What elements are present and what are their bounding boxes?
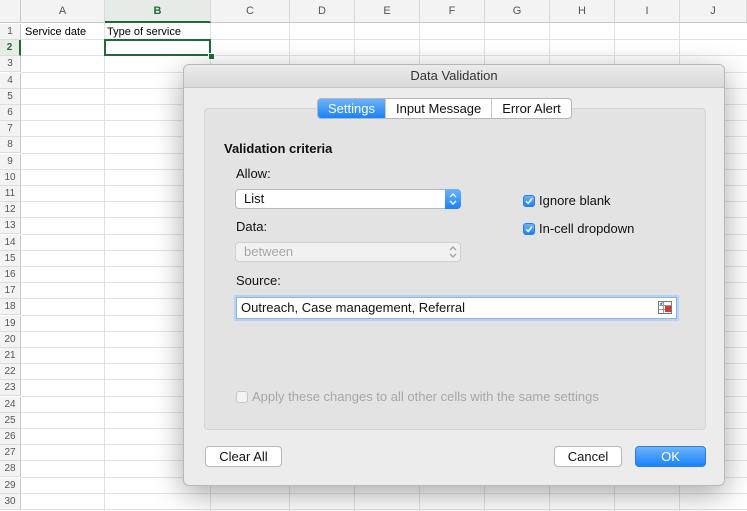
gridline (21, 493, 747, 494)
dialog-title: Data Validation (184, 65, 724, 88)
data-validation-dialog: Data Validation Settings Input Message E… (183, 64, 725, 486)
row-header-8[interactable]: 8 (0, 137, 21, 153)
column-header-g[interactable]: G (485, 0, 550, 23)
row-header-23[interactable]: 23 (0, 380, 21, 396)
data-value: between (244, 244, 294, 259)
data-select[interactable]: between (235, 242, 461, 262)
tab-input-message[interactable]: Input Message (384, 99, 491, 118)
row-header-22[interactable]: 22 (0, 364, 21, 380)
chevron-updown-icon (445, 189, 461, 209)
column-header-j[interactable]: J (680, 0, 747, 23)
ignore-blank-checkbox[interactable]: Ignore blank (523, 193, 611, 208)
row-header-18[interactable]: 18 (0, 299, 21, 315)
column-header-b[interactable]: B (105, 0, 211, 23)
source-label: Source: (236, 273, 281, 288)
active-cell-b2[interactable] (104, 39, 211, 56)
row-header-20[interactable]: 20 (0, 332, 21, 348)
in-cell-dropdown-label: In-cell dropdown (539, 221, 635, 236)
gridline (21, 509, 747, 510)
settings-panel: Validation criteria Allow: List Data: be… (204, 108, 706, 430)
cancel-button[interactable]: Cancel (554, 446, 622, 467)
ok-button[interactable]: OK (635, 446, 706, 467)
column-header-e[interactable]: E (355, 0, 420, 23)
in-cell-dropdown-checkbox[interactable]: In-cell dropdown (523, 221, 634, 236)
row-header-29[interactable]: 29 (0, 478, 21, 494)
ignore-blank-label: Ignore blank (539, 193, 611, 208)
fill-handle[interactable] (208, 53, 215, 60)
row-header-27[interactable]: 27 (0, 445, 21, 461)
clear-all-button[interactable]: Clear All (205, 446, 282, 467)
chevron-updown-icon (445, 242, 461, 262)
row-header-21[interactable]: 21 (0, 348, 21, 364)
column-header-i[interactable]: I (615, 0, 680, 23)
row-header-14[interactable]: 14 (0, 235, 21, 251)
checkbox-empty-icon (236, 390, 248, 403)
row-header-11[interactable]: 11 (0, 186, 21, 202)
column-header-c[interactable]: C (211, 0, 290, 23)
row-header-7[interactable]: 7 (0, 121, 21, 137)
cell-a1[interactable]: Service date (25, 24, 86, 40)
row-header-6[interactable]: 6 (0, 105, 21, 121)
column-header-h[interactable]: H (550, 0, 615, 23)
row-header-28[interactable]: 28 (0, 461, 21, 477)
tab-error-alert[interactable]: Error Alert (491, 99, 571, 118)
row-header-19[interactable]: 19 (0, 316, 21, 332)
select-all-corner[interactable] (0, 0, 21, 23)
data-label: Data: (236, 219, 268, 234)
cell-b1[interactable]: Type of service (107, 24, 181, 40)
apply-all-checkbox[interactable]: Apply these changes to all other cells w… (236, 389, 599, 404)
allow-value: List (244, 191, 265, 206)
row-header-17[interactable]: 17 (0, 283, 21, 299)
row-header-15[interactable]: 15 (0, 251, 21, 267)
row-header-3[interactable]: 3 (0, 56, 21, 72)
tab-settings[interactable]: Settings (318, 99, 385, 118)
row-header-5[interactable]: 5 (0, 89, 21, 105)
row-header-24[interactable]: 24 (0, 397, 21, 413)
row-header-1[interactable]: 1 (0, 24, 21, 40)
row-header-4[interactable]: 4 (0, 73, 21, 89)
range-selector-icon[interactable] (658, 301, 672, 314)
checkmark-icon (523, 194, 535, 207)
row-header-30[interactable]: 30 (0, 494, 21, 510)
row-header-13[interactable]: 13 (0, 218, 21, 234)
column-header-a[interactable]: A (21, 0, 105, 23)
row-header-16[interactable]: 16 (0, 267, 21, 283)
source-value: Outreach, Case management, Referral (241, 300, 465, 315)
allow-label: Allow: (236, 166, 271, 181)
row-header-12[interactable]: 12 (0, 202, 21, 218)
row-header-25[interactable]: 25 (0, 413, 21, 429)
apply-all-label: Apply these changes to all other cells w… (252, 389, 599, 404)
row-header-9[interactable]: 9 (0, 154, 21, 170)
column-header-d[interactable]: D (290, 0, 355, 23)
allow-select[interactable]: List (235, 189, 461, 209)
source-input[interactable]: Outreach, Case management, Referral (236, 297, 677, 319)
tab-bar: Settings Input Message Error Alert (317, 98, 572, 119)
row-header-2[interactable]: 2 (0, 40, 21, 56)
column-header-f[interactable]: F (420, 0, 485, 23)
validation-criteria-heading: Validation criteria (224, 141, 333, 156)
row-header-26[interactable]: 26 (0, 429, 21, 445)
checkmark-icon (523, 222, 535, 235)
row-header-10[interactable]: 10 (0, 170, 21, 186)
